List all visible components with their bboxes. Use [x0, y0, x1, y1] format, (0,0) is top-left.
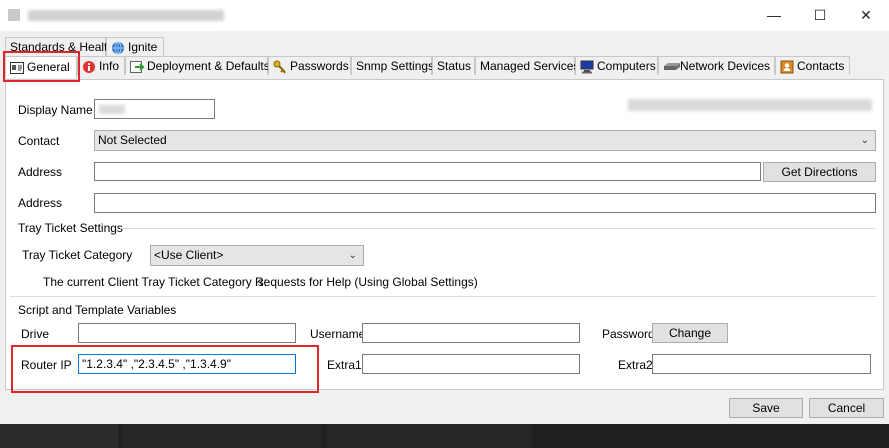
close-button[interactable]: ✕ — [843, 0, 889, 31]
tab-label: Network Devices — [680, 58, 771, 73]
tab-status[interactable]: Status — [432, 56, 475, 75]
deploy-arrow-icon — [130, 60, 145, 73]
taskbar — [0, 424, 889, 448]
info-icon — [82, 60, 96, 73]
key-icon — [273, 60, 287, 74]
contact-dropdown[interactable]: Not Selected ⌄ — [94, 130, 876, 151]
tab-network-devices[interactable]: Network Devices — [658, 56, 775, 75]
app-icon — [8, 9, 20, 21]
highlight-general-tab — [3, 51, 80, 82]
change-password-button[interactable]: Change — [652, 323, 728, 343]
password-label: Password — [602, 327, 655, 341]
username-label: Username — [310, 327, 366, 341]
tray-category-dropdown[interactable]: <Use Client> ⌄ — [150, 245, 364, 266]
highlight-router-ip — [11, 345, 319, 393]
tray-group-divider — [120, 228, 876, 229]
computer-icon — [580, 60, 594, 74]
general-panel — [5, 79, 884, 390]
tray-category-value: <Use Client> — [154, 248, 224, 262]
minimize-button[interactable]: — — [751, 0, 797, 31]
script-group-top-divider — [10, 296, 876, 297]
get-directions-button[interactable]: Get Directions — [763, 162, 876, 182]
tray-current-label: The current Client Tray Ticket Category … — [43, 275, 268, 289]
tab-label: Deployment & Defaults — [147, 58, 270, 73]
tab-label: Snmp Settings — [356, 58, 435, 73]
extra2-input[interactable] — [652, 354, 871, 374]
address2-input[interactable] — [94, 193, 876, 213]
extra1-input[interactable] — [362, 354, 580, 374]
tab-snmp-settings[interactable]: Snmp Settings — [351, 56, 435, 75]
chevron-down-icon: ⌄ — [348, 250, 357, 261]
drive-input[interactable] — [78, 323, 296, 343]
contact-label: Contact — [18, 134, 60, 148]
address1-input[interactable] — [94, 162, 761, 181]
tab-label: Status — [437, 58, 472, 73]
tab-passwords[interactable]: Passwords — [268, 56, 351, 75]
tab-label: Passwords — [290, 58, 349, 73]
tab-label: Managed Services — [480, 58, 580, 73]
tab-computers[interactable]: Computers — [575, 56, 658, 75]
tab-contacts[interactable]: Contacts — [775, 56, 850, 75]
extra1-label: Extra1 — [327, 358, 362, 372]
tab-label: Computers — [597, 58, 656, 73]
taskbar-segment — [122, 424, 322, 448]
display-name-label: Display Name — [18, 103, 93, 117]
display-name-input[interactable] — [94, 99, 215, 119]
window-title-redacted — [28, 10, 224, 21]
address1-label: Address — [18, 165, 63, 179]
redacted-client-info — [628, 99, 872, 111]
contact-value: Not Selected — [98, 133, 167, 147]
taskbar-segment — [326, 424, 532, 448]
save-button[interactable]: Save — [729, 398, 803, 418]
chevron-down-icon: ⌄ — [860, 135, 869, 146]
username-input[interactable] — [362, 323, 580, 343]
tab-label: Ignite — [128, 39, 158, 54]
tab-info[interactable]: Info — [77, 56, 125, 75]
tab-ignite[interactable]: Ignite — [106, 37, 164, 56]
tab-managed-services[interactable]: Managed Services — [475, 56, 579, 75]
maximize-button[interactable]: ☐ — [797, 0, 843, 31]
tab-label: Contacts — [797, 58, 845, 73]
title-bar: — ☐ ✕ — [0, 0, 889, 31]
tray-current-value: Requests for Help (Using Global Settings… — [255, 275, 478, 289]
redacted-display-name — [99, 105, 125, 114]
contact-card-icon — [780, 60, 794, 74]
globe-icon — [111, 41, 125, 55]
tray-group-title: Tray Ticket Settings — [18, 221, 123, 235]
script-group-title: Script and Template Variables — [18, 303, 177, 317]
tray-category-label: Tray Ticket Category — [22, 248, 133, 262]
cancel-button[interactable]: Cancel — [809, 398, 884, 418]
drive-label: Drive — [21, 327, 50, 341]
extra2-label: Extra2 — [618, 358, 653, 372]
address2-label: Address — [18, 196, 63, 210]
tab-label: Info — [99, 58, 120, 73]
taskbar-segment — [0, 424, 118, 448]
tab-deployment-defaults[interactable]: Deployment & Defaults — [125, 56, 270, 75]
network-device-icon — [663, 60, 680, 72]
